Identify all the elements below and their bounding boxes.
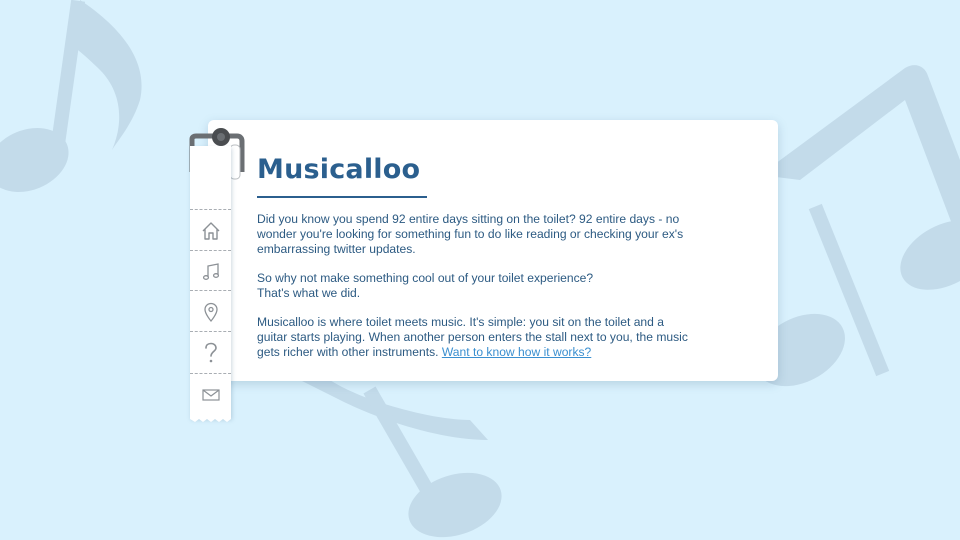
paragraph-line: So why not make something cool out of yo… bbox=[257, 271, 594, 285]
perforation-divider bbox=[190, 290, 231, 291]
paragraph-why: So why not make something cool out of yo… bbox=[257, 271, 707, 301]
paragraph-line: gets richer with other instruments. bbox=[257, 345, 442, 359]
intro-text: Did you know you spend 92 entire days si… bbox=[257, 212, 707, 374]
music-note-decoration-top-left bbox=[0, 0, 142, 192]
nav-contact-button[interactable] bbox=[190, 375, 231, 415]
music-note-icon bbox=[202, 263, 219, 280]
perforation-divider bbox=[190, 331, 231, 332]
music-note-decoration-bottom bbox=[300, 380, 502, 538]
toilet-roll-nav bbox=[190, 146, 231, 422]
home-icon bbox=[202, 222, 219, 240]
title-underline bbox=[257, 196, 427, 198]
how-it-works-link[interactable]: Want to know how it works? bbox=[442, 345, 591, 359]
question-mark-icon bbox=[204, 342, 217, 363]
intro-card: Musicalloo Did you know you spend 92 ent… bbox=[208, 120, 778, 381]
perforation-divider bbox=[190, 209, 231, 210]
paragraph-line: guitar starts playing. When another pers… bbox=[257, 330, 688, 344]
paragraph-line: embarrassing twitter updates. bbox=[257, 242, 416, 256]
page-title: Musicalloo bbox=[257, 154, 421, 185]
nav-music-button[interactable] bbox=[190, 252, 231, 292]
perforation-divider bbox=[190, 373, 231, 374]
paragraph-intro: Did you know you spend 92 entire days si… bbox=[257, 212, 707, 257]
nav-home-button[interactable] bbox=[190, 211, 231, 251]
paragraph-line-with-link: gets richer with other instruments. Want… bbox=[257, 345, 707, 360]
location-pin-icon bbox=[203, 302, 218, 322]
paragraph-line: That's what we did. bbox=[257, 286, 361, 300]
nav-location-button[interactable] bbox=[190, 292, 231, 332]
perforation-divider bbox=[190, 250, 231, 251]
torn-edge bbox=[190, 417, 231, 422]
paragraph-line: wonder you're looking for something fun … bbox=[257, 227, 684, 241]
paragraph-how: Musicalloo is where toilet meets music. … bbox=[257, 315, 707, 360]
nav-help-button[interactable] bbox=[190, 333, 231, 373]
envelope-icon bbox=[201, 389, 220, 401]
paragraph-line: Did you know you spend 92 entire days si… bbox=[257, 212, 680, 226]
paragraph-line: Musicalloo is where toilet meets music. … bbox=[257, 315, 664, 329]
